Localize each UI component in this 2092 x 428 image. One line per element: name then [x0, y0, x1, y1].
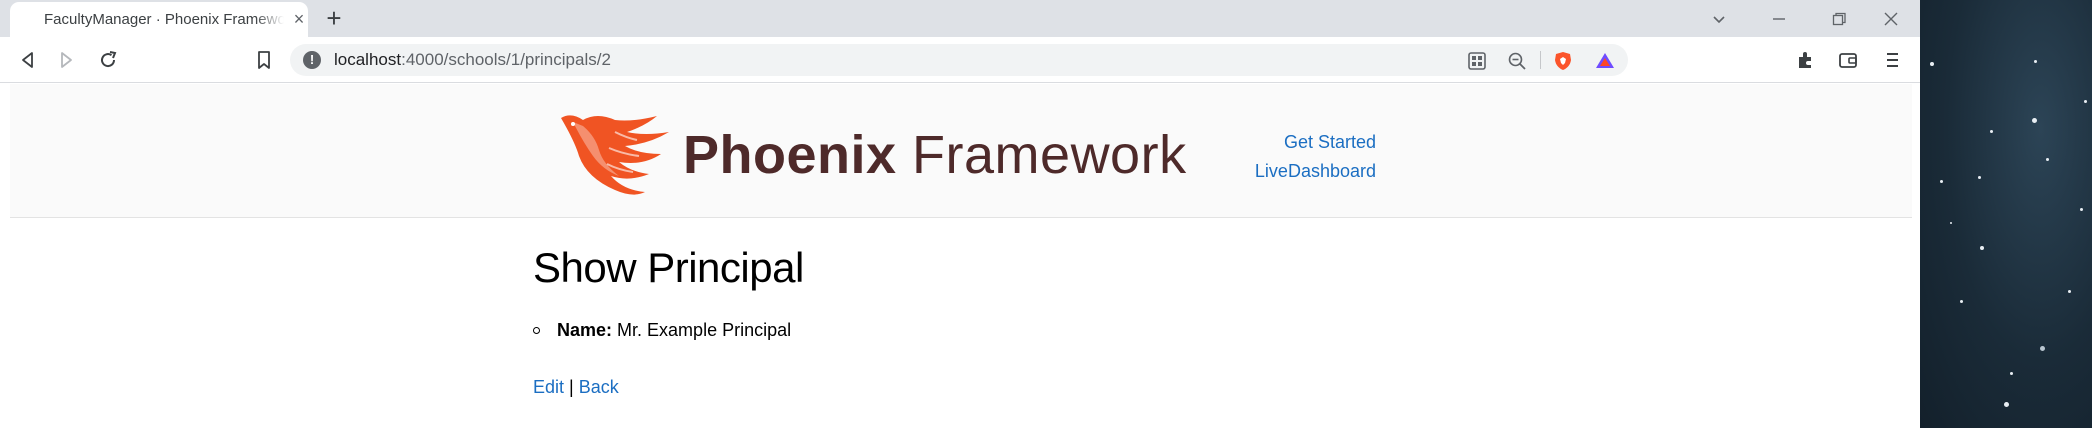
page-viewport: Phoenix Framework Get Started LiveDashbo…: [0, 84, 1920, 428]
forward-icon[interactable]: [54, 48, 78, 72]
desktop-background: [1920, 0, 2092, 428]
url-text[interactable]: localhost:4000/schools/1/principals/2: [334, 50, 611, 70]
star-dot: [2046, 158, 2049, 161]
brave-shields-icon[interactable]: [1552, 50, 1574, 72]
site-info-icon[interactable]: !: [303, 51, 321, 69]
address-bar[interactable]: ! localhost:4000/schools/1/principals/2: [290, 44, 1628, 76]
qr-code-icon[interactable]: [1466, 50, 1488, 72]
extensions-icon[interactable]: [1794, 48, 1818, 72]
star-dot: [1940, 180, 1943, 183]
restore-icon[interactable]: [1826, 6, 1852, 32]
star-dot: [2080, 208, 2083, 211]
brave-rewards-icon[interactable]: [1594, 50, 1616, 72]
main-content: Show Principal Name: Mr. Example Princip…: [533, 244, 804, 398]
new-tab-button[interactable]: +: [320, 4, 348, 32]
star-dot: [2004, 402, 2009, 407]
star-dot: [1950, 222, 1952, 224]
tab-title: FacultyManager · Phoenix Framework: [44, 11, 284, 28]
browser-toolbar: ! localhost:4000/schools/1/principals/2: [0, 37, 1920, 83]
browser-tab[interactable]: FacultyManager · Phoenix Framework ×: [10, 2, 308, 37]
page-title: Show Principal: [533, 244, 804, 291]
star-dot: [2034, 60, 2037, 63]
star-dot: [1960, 300, 1963, 303]
get-started-link[interactable]: Get Started: [1255, 128, 1376, 157]
star-dot: [1990, 130, 1993, 133]
tab-strip: FacultyManager · Phoenix Framework × +: [0, 0, 1920, 37]
menu-icon[interactable]: [1880, 48, 1904, 72]
star-dot: [1930, 62, 1934, 66]
tab-close-icon[interactable]: ×: [289, 9, 309, 29]
detail-value: Mr. Example Principal: [617, 320, 792, 340]
star-dot: [2084, 100, 2087, 103]
reload-icon[interactable]: [96, 48, 120, 72]
wallet-icon[interactable]: [1836, 48, 1860, 72]
star-dot: [2010, 372, 2013, 375]
omnibox-divider: [1540, 51, 1541, 69]
edit-link[interactable]: Edit: [533, 377, 564, 397]
logo-light-text: Framework: [896, 125, 1187, 185]
site-header: Phoenix Framework Get Started LiveDashbo…: [10, 84, 1912, 218]
details-list: Name: Mr. Example Principal: [533, 320, 804, 341]
star-dot: [1980, 246, 1984, 250]
phoenix-bird-icon: [561, 115, 669, 195]
star-dot: [1978, 176, 1981, 179]
phoenix-logo[interactable]: Phoenix Framework: [543, 112, 1186, 198]
logo-bold-text: Phoenix: [683, 125, 897, 185]
logo-wordmark: Phoenix Framework: [683, 124, 1187, 186]
zoom-icon[interactable]: [1506, 50, 1528, 72]
url-host: localhost: [334, 50, 402, 69]
tab-search-icon[interactable]: [1706, 6, 1732, 32]
close-window-icon[interactable]: [1878, 6, 1904, 32]
star-dot: [2040, 346, 2045, 351]
browser-window: FacultyManager · Phoenix Framework × + !…: [0, 0, 1920, 428]
detail-label: Name:: [557, 320, 613, 340]
detail-item-name: Name: Mr. Example Principal: [533, 320, 804, 341]
actions-separator: |: [569, 377, 574, 397]
back-icon[interactable]: [16, 48, 40, 72]
header-nav: Get Started LiveDashboard: [1255, 128, 1376, 186]
minimize-icon[interactable]: [1766, 6, 1792, 32]
star-dot: [2068, 290, 2071, 293]
bookmark-icon[interactable]: [252, 48, 276, 72]
live-dashboard-link[interactable]: LiveDashboard: [1255, 157, 1376, 186]
url-path: :4000/schools/1/principals/2: [401, 50, 611, 69]
back-link[interactable]: Back: [579, 377, 619, 397]
actions-row: Edit | Back: [533, 377, 804, 398]
star-dot: [2032, 118, 2037, 123]
